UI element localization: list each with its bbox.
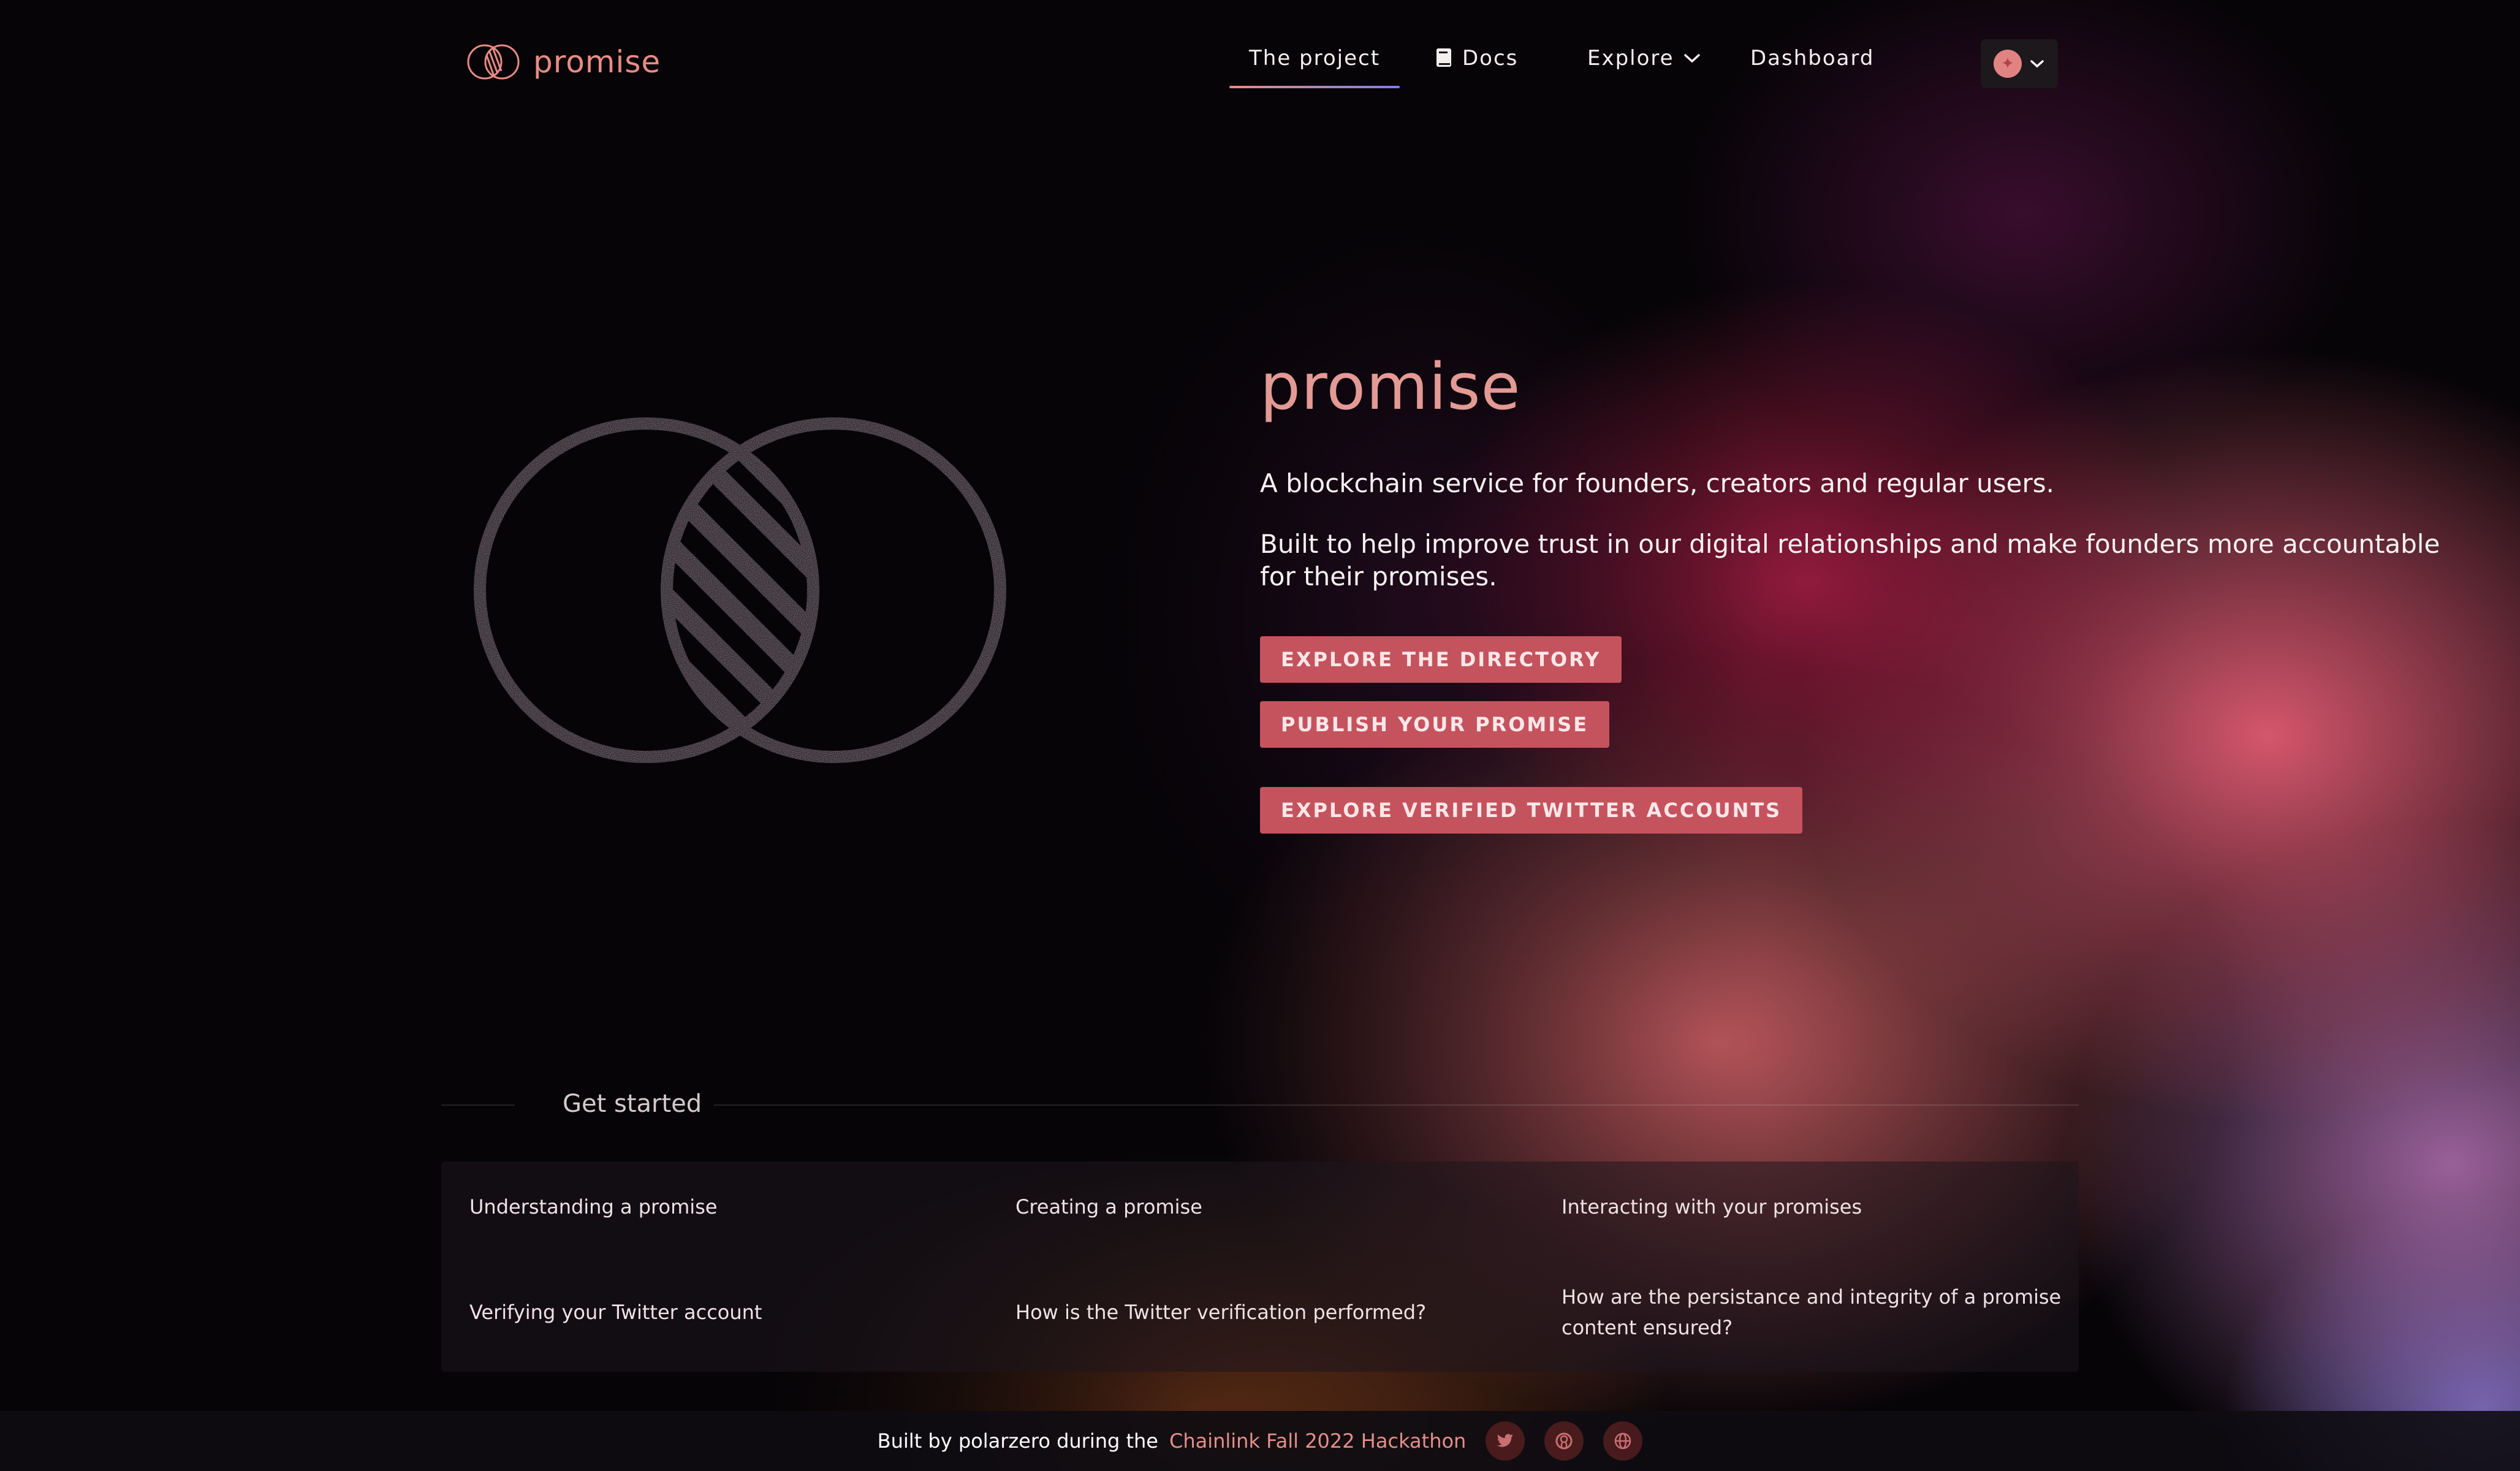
- logo[interactable]: promise: [466, 43, 661, 81]
- hero-section: promise A blockchain service for founder…: [1260, 349, 2455, 593]
- nav-dashboard-label: Dashboard: [1750, 46, 1875, 70]
- nav-dashboard[interactable]: Dashboard: [1750, 43, 1874, 74]
- divider-left: [441, 1104, 515, 1106]
- link-creating-promise[interactable]: Creating a promise: [1015, 1192, 1202, 1223]
- chevron-down-icon: [1683, 54, 1700, 63]
- footer: Built by polarzero during the Chainlink …: [0, 1411, 2520, 1471]
- link-interacting-promises[interactable]: Interacting with your promises: [1562, 1192, 1862, 1223]
- intersecting-circles-illustration: [474, 417, 1006, 763]
- nav-the-project-label: The project: [1249, 46, 1381, 70]
- nav-explore-label: Explore: [1587, 46, 1674, 70]
- language-selector[interactable]: ✦: [1981, 39, 2058, 88]
- book-icon: [1436, 48, 1451, 67]
- github-icon[interactable]: [1544, 1421, 1584, 1461]
- hero-title: promise: [1260, 349, 1521, 424]
- nav-docs-label: Docs: [1462, 46, 1519, 70]
- twitter-icon[interactable]: [1486, 1421, 1525, 1461]
- link-verifying-twitter[interactable]: Verifying your Twitter account: [469, 1298, 762, 1328]
- chevron-down-icon: [2030, 60, 2044, 68]
- get-started-title: Get started: [563, 1090, 702, 1118]
- nav-docs[interactable]: Docs: [1435, 43, 1518, 74]
- logo-text: promise: [533, 44, 661, 80]
- hackathon-link[interactable]: Chainlink Fall 2022 Hackathon: [1169, 1429, 1466, 1453]
- footer-text: Built by polarzero during the: [877, 1429, 1158, 1453]
- nav-the-project[interactable]: The project: [1229, 43, 1400, 88]
- divider-right: [714, 1104, 2079, 1106]
- flag-icon: ✦: [1994, 50, 2022, 78]
- logo-icon: [467, 44, 520, 80]
- globe-icon[interactable]: [1603, 1421, 1643, 1461]
- hero-description: Built to help improve trust in our digit…: [1260, 528, 2440, 591]
- hero-tagline: A blockchain service for founders, creat…: [1260, 468, 2054, 498]
- explore-twitter-accounts-button[interactable]: EXPLORE VERIFIED TWITTER ACCOUNTS: [1260, 787, 1803, 834]
- link-persistance-integrity[interactable]: How are the persistance and integrity of…: [1562, 1282, 2064, 1343]
- top-nav: promise The project Docs Explore Dashboa…: [0, 0, 2520, 123]
- get-started-card: Understanding a promise Creating a promi…: [441, 1161, 2079, 1372]
- explore-directory-button[interactable]: EXPLORE THE DIRECTORY: [1260, 636, 1622, 683]
- publish-promise-button[interactable]: PUBLISH YOUR PROMISE: [1260, 701, 1610, 748]
- link-twitter-verification-performed[interactable]: How is the Twitter verification performe…: [1015, 1298, 1426, 1328]
- link-understanding-promise[interactable]: Understanding a promise: [469, 1192, 717, 1223]
- nav-explore[interactable]: Explore: [1587, 43, 1701, 74]
